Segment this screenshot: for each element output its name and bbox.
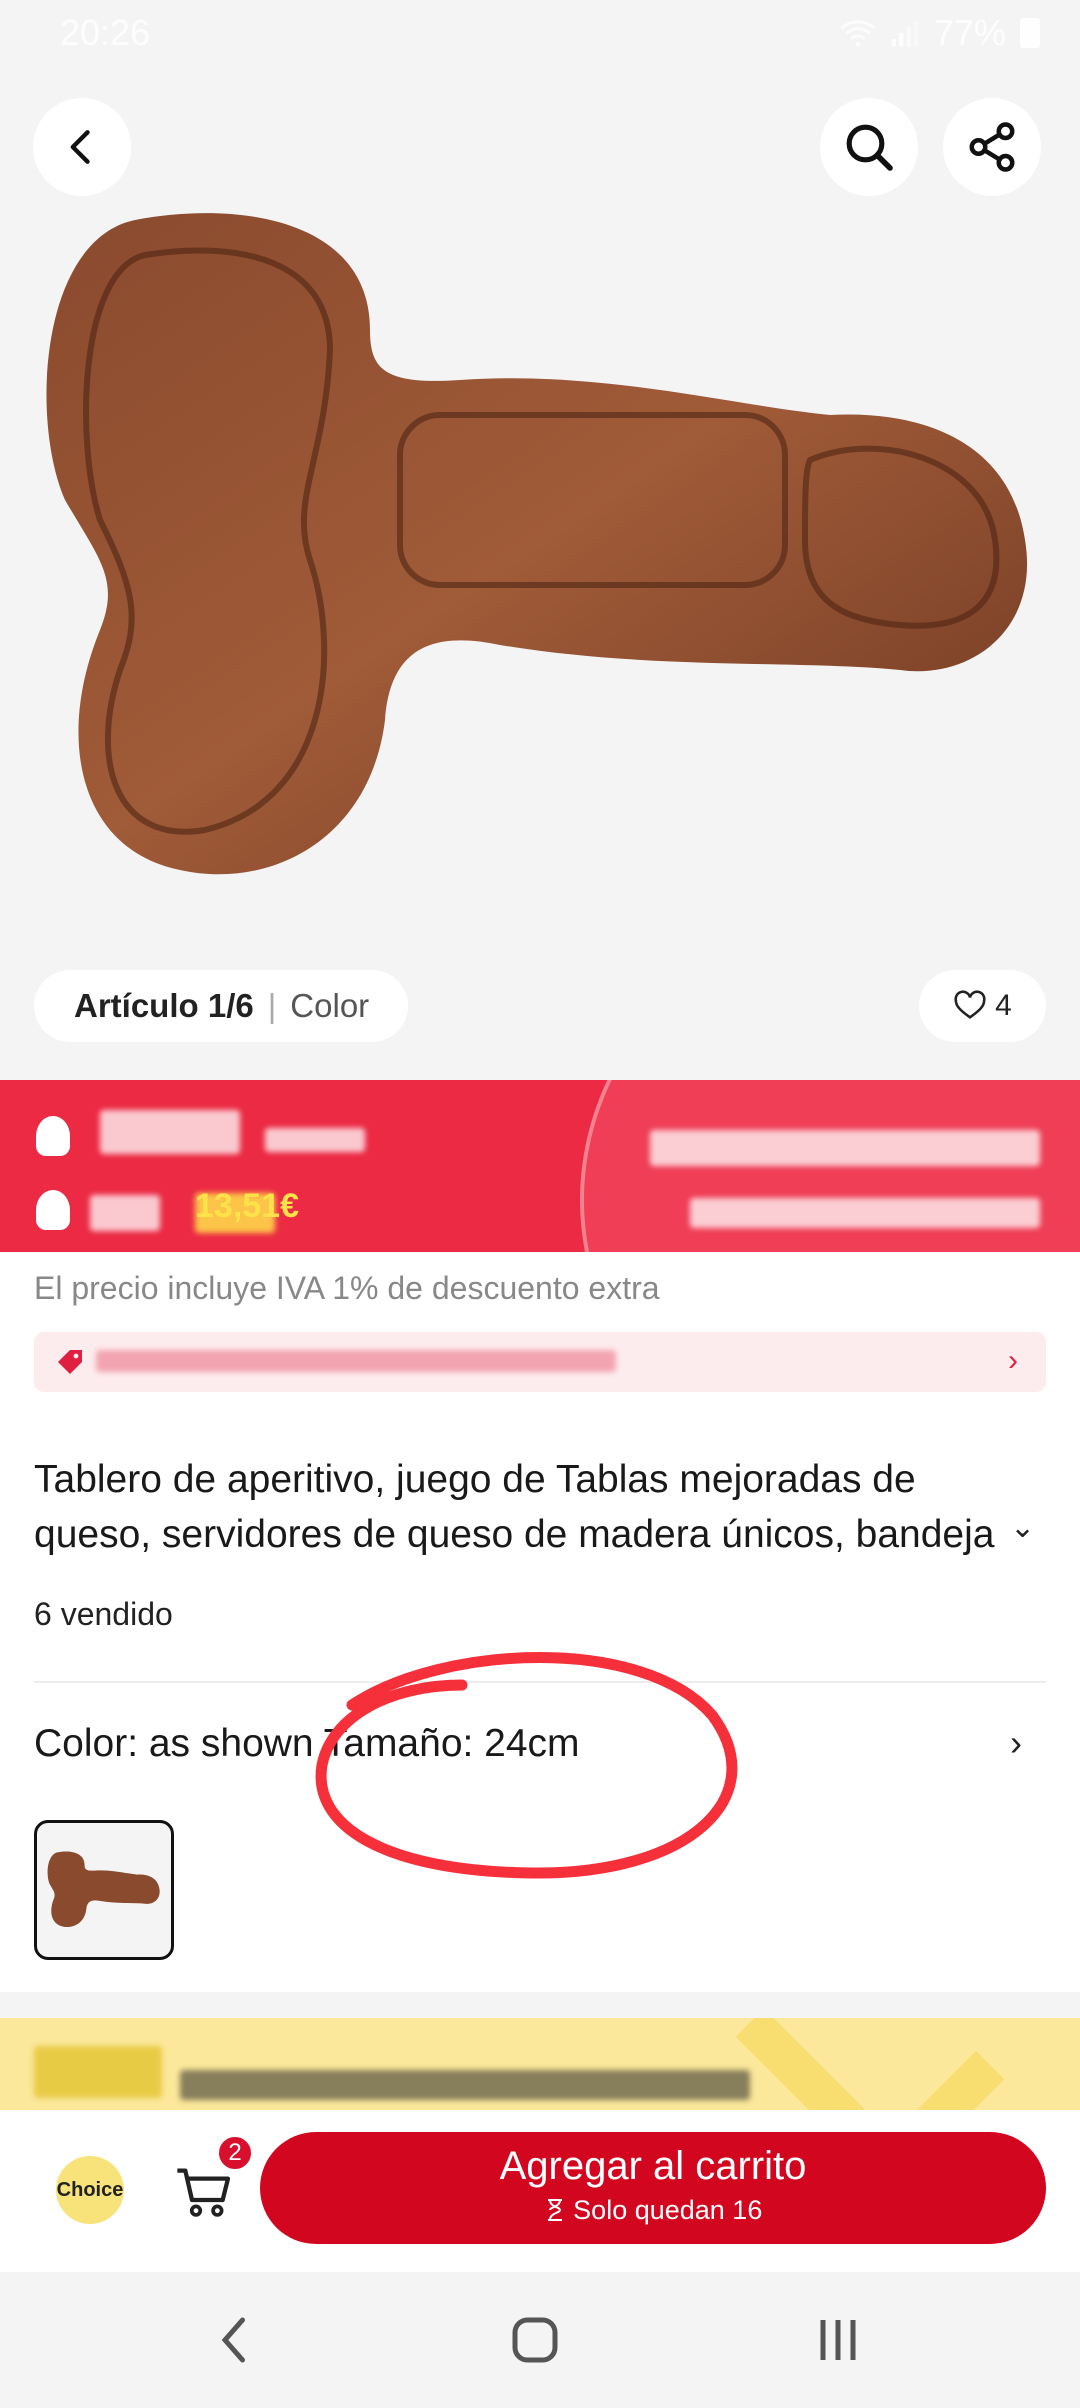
nav-home-icon[interactable] xyxy=(505,2310,565,2370)
promo-banner[interactable] xyxy=(0,1080,1080,1252)
hourglass-icon xyxy=(547,2199,562,2221)
battery-level: 77% xyxy=(933,12,1006,53)
section-label: Color xyxy=(290,987,370,1024)
obscured-text xyxy=(180,2070,750,2100)
variant-thumbnail-image xyxy=(47,1851,160,1928)
obscured-text xyxy=(650,1130,1040,1166)
tag-icon xyxy=(58,1350,82,1374)
product-photo xyxy=(46,213,1028,875)
add-to-cart-button[interactable]: Agregar al carrito Solo quedan 16 xyxy=(260,2132,1046,2244)
choice-chevron-decoration xyxy=(735,2018,1005,2110)
search-icon xyxy=(846,124,893,171)
status-bar: 20:26 77% xyxy=(0,0,1080,70)
obscured-text xyxy=(90,1195,160,1231)
obscured-text xyxy=(100,1110,240,1154)
promo-coin-icon xyxy=(36,1190,70,1230)
action-bar: Choice 2 Agregar al carrito Solo quedan … xyxy=(0,2110,1080,2272)
status-icons: 77% xyxy=(840,12,1040,54)
cart-count-badge: 2 xyxy=(216,2134,254,2172)
annotation-circle xyxy=(315,1652,738,1879)
share-button[interactable] xyxy=(943,98,1041,196)
promo-price: 13,51€ xyxy=(195,1187,299,1225)
stock-note-row: Solo quedan 16 xyxy=(260,2195,1046,2226)
obscured-text xyxy=(34,2046,162,2098)
status-time: 20:26 xyxy=(60,12,151,53)
wifi-icon xyxy=(840,20,876,47)
add-to-cart-label: Agregar al carrito xyxy=(499,2144,807,2188)
battery-icon xyxy=(1020,18,1040,48)
article-label: Artículo 1/6 xyxy=(74,987,254,1024)
signal-icon xyxy=(891,21,919,47)
coupon-bar[interactable]: › xyxy=(34,1332,1046,1392)
sold-count: 6 vendido xyxy=(34,1596,173,1632)
nav-back-icon[interactable] xyxy=(205,2310,265,2370)
obscured-text xyxy=(690,1198,1040,1228)
obscured-text xyxy=(96,1350,616,1372)
chevron-down-icon[interactable]: ⌄ xyxy=(1010,1510,1035,1545)
search-button[interactable] xyxy=(820,98,918,196)
image-counter[interactable]: Artículo 1/6 | Color xyxy=(34,970,408,1042)
choice-banner[interactable] xyxy=(0,2018,1080,2110)
nav-recents-icon[interactable] xyxy=(808,2310,868,2370)
variant-thumbnail[interactable] xyxy=(34,1820,174,1960)
favorites-count: 4 xyxy=(995,989,1012,1022)
promo-deal-icon xyxy=(36,1116,70,1156)
vat-note: El precio incluye IVA 1% de descuento ex… xyxy=(34,1270,660,1306)
chevron-right-icon: › xyxy=(1008,1344,1018,1377)
choice-badge[interactable]: Choice xyxy=(56,2156,124,2224)
heart-icon xyxy=(954,990,986,1019)
chevron-right-icon[interactable]: › xyxy=(1010,1722,1022,1764)
separator: | xyxy=(267,987,277,1024)
share-icon xyxy=(969,122,1015,172)
product-image-gallery[interactable]: Artículo 1/6 | Color 4 xyxy=(0,0,1080,1080)
back-icon xyxy=(70,130,90,164)
system-nav-bar xyxy=(0,2272,1080,2408)
obscured-text xyxy=(265,1128,365,1152)
product-title[interactable]: Tablero de aperitivo, juego de Tablas me… xyxy=(34,1452,1024,1562)
back-button[interactable] xyxy=(33,98,131,196)
wishlist-button[interactable]: 4 xyxy=(919,970,1046,1042)
stock-note: Solo quedan 16 xyxy=(573,2195,763,2225)
